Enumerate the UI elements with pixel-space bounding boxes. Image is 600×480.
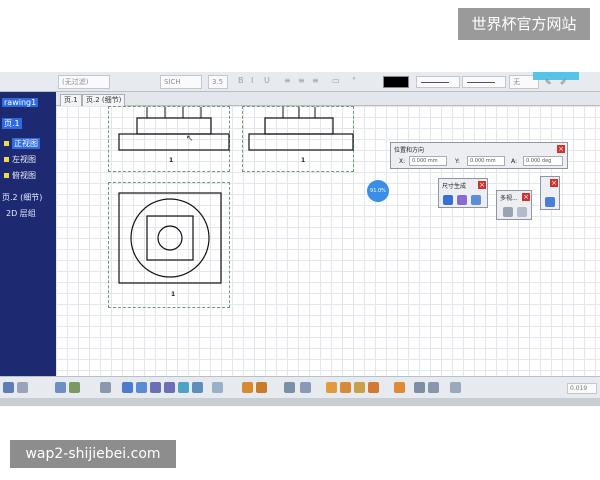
view-label-left: 1: [301, 157, 306, 164]
y-label: Y:: [455, 158, 460, 165]
line-type-box[interactable]: [416, 76, 460, 88]
symbol-icon[interactable]: [368, 382, 379, 393]
align-right-icon[interactable]: ≡: [312, 76, 319, 85]
erase-icon[interactable]: [450, 382, 461, 393]
tab-page-1[interactable]: 页.1: [60, 94, 82, 106]
align-left-icon[interactable]: ≡: [284, 76, 291, 85]
print-icon[interactable]: [17, 382, 28, 393]
tree-node-icon: [4, 157, 9, 162]
swap-icon[interactable]: [212, 382, 223, 393]
scale-field[interactable]: 0.019: [567, 383, 597, 394]
view-frame-top[interactable]: 1: [108, 182, 230, 308]
table-icon[interactable]: [414, 382, 425, 393]
top-view-drawing: [118, 192, 222, 284]
generate-dimension-icon[interactable]: [443, 195, 453, 205]
close-icon[interactable]: ×: [550, 179, 558, 187]
pan-icon[interactable]: [122, 382, 133, 393]
copy-icon[interactable]: [69, 382, 80, 393]
color-swatch[interactable]: [383, 76, 409, 88]
close-icon[interactable]: ×: [557, 145, 565, 153]
text-icon[interactable]: [340, 382, 351, 393]
align-center-icon[interactable]: ≡: [298, 76, 305, 85]
catia-window: (无过滤) SICH 3.5 B I U ≡ ≡ ≡ ▭ ° 无 ✎ ✐ raw…: [0, 72, 600, 406]
view-frame-front[interactable]: 1: [108, 106, 230, 172]
top-toolbar: (无过滤) SICH 3.5 B I U ≡ ≡ ≡ ▭ ° 无 ✎ ✐: [0, 72, 600, 92]
a-input[interactable]: 0.000 deg: [523, 156, 563, 166]
tree-left-view[interactable]: 左视图: [12, 154, 36, 165]
x-input[interactable]: 0.000 mm: [409, 156, 447, 166]
multi-view-panel: 多视... ×: [496, 190, 532, 220]
rotate-icon[interactable]: [136, 382, 147, 393]
sheet-tabbar: 页.1 页.2 (细节): [56, 92, 600, 106]
font-field[interactable]: SICH: [160, 75, 202, 89]
close-icon[interactable]: ×: [478, 181, 486, 189]
watermark-bottom: wap2-shijiebei.com: [10, 440, 176, 468]
view-frame-left[interactable]: 1: [242, 106, 354, 172]
help-icon[interactable]: [100, 382, 111, 393]
status-bar: [0, 398, 600, 406]
position-panel-title: 位置和方向: [394, 147, 425, 154]
bold-icon[interactable]: B: [238, 76, 244, 85]
font-size-field[interactable]: 3.5: [208, 75, 228, 89]
tree-node-icon: [4, 173, 9, 178]
mouse-cursor-icon: ↖: [186, 134, 194, 144]
tree-root[interactable]: rawing1: [2, 98, 39, 107]
dim-panel-title: 尺寸生成: [442, 183, 467, 190]
tree-page-1[interactable]: 页.1: [2, 118, 22, 129]
style-field[interactable]: (无过滤): [58, 75, 110, 89]
view-tool-icon[interactable]: [503, 207, 513, 217]
tree-page-2[interactable]: 页.2 (细节): [2, 192, 42, 203]
spec-tree: rawing1 页.1 正视图 左视图 俯视图 页.2 (细节) 2D 层组: [0, 92, 56, 384]
toolbar-badge: [533, 72, 579, 80]
fit-all-icon[interactable]: [178, 382, 189, 393]
tree-node-icon: [4, 141, 9, 146]
italic-icon[interactable]: I: [251, 76, 253, 85]
small-tool-panel: ×: [540, 176, 560, 210]
underline-icon[interactable]: U: [264, 76, 270, 85]
tree-2d-layer[interactable]: 2D 层组: [6, 208, 36, 219]
dress-up-icon[interactable]: [394, 382, 405, 393]
normal-view-icon[interactable]: [192, 382, 203, 393]
a-label: A:: [511, 158, 518, 165]
annotation-icon[interactable]: [354, 382, 365, 393]
view-icon[interactable]: [284, 382, 295, 393]
tree-front-view[interactable]: 正视图: [12, 138, 40, 149]
left-view-drawing: [248, 107, 354, 151]
cut-icon[interactable]: [55, 382, 66, 393]
brush-icon[interactable]: ✐: [560, 78, 567, 87]
dimension-generation-panel: 尺寸生成 ×: [438, 178, 488, 208]
tool-icon[interactable]: [545, 197, 555, 207]
position-orientation-panel: 位置和方向 × X: 0.000 mm Y: 0.000 mm A: 0.000…: [390, 142, 568, 169]
view-label-front: 1: [169, 157, 174, 164]
geometry-icon[interactable]: [428, 382, 439, 393]
frame-icon[interactable]: ▭: [332, 76, 340, 85]
pen-icon[interactable]: ✎: [545, 78, 552, 87]
detail-sheet-icon[interactable]: [256, 382, 267, 393]
watermark-top: 世界杯官方网站: [458, 8, 590, 40]
tree-top-view[interactable]: 俯视图: [12, 170, 36, 181]
view-label-top: 1: [171, 291, 176, 298]
zoom-out-icon[interactable]: [164, 382, 175, 393]
x-label: X:: [399, 158, 406, 165]
multi-panel-title: 多视...: [500, 195, 518, 202]
y-input[interactable]: 0.000 mm: [467, 156, 505, 166]
step-dimension-icon[interactable]: [457, 195, 467, 205]
tab-page-2[interactable]: 页.2 (细节): [82, 94, 126, 106]
zoom-in-icon[interactable]: [150, 382, 161, 393]
save-icon[interactable]: [3, 382, 14, 393]
sheet-icon[interactable]: [242, 382, 253, 393]
dimension-icon[interactable]: [326, 382, 337, 393]
symbol-icon[interactable]: °: [352, 76, 356, 85]
close-icon[interactable]: ×: [522, 193, 530, 201]
view-tool-icon-2[interactable]: [517, 207, 527, 217]
bottom-toolbar: 0.019: [0, 376, 600, 398]
line-weight-box[interactable]: [462, 76, 506, 88]
balloon-icon[interactable]: [471, 195, 481, 205]
zoom-badge: 91.0%: [367, 180, 389, 202]
section-icon[interactable]: [300, 382, 311, 393]
